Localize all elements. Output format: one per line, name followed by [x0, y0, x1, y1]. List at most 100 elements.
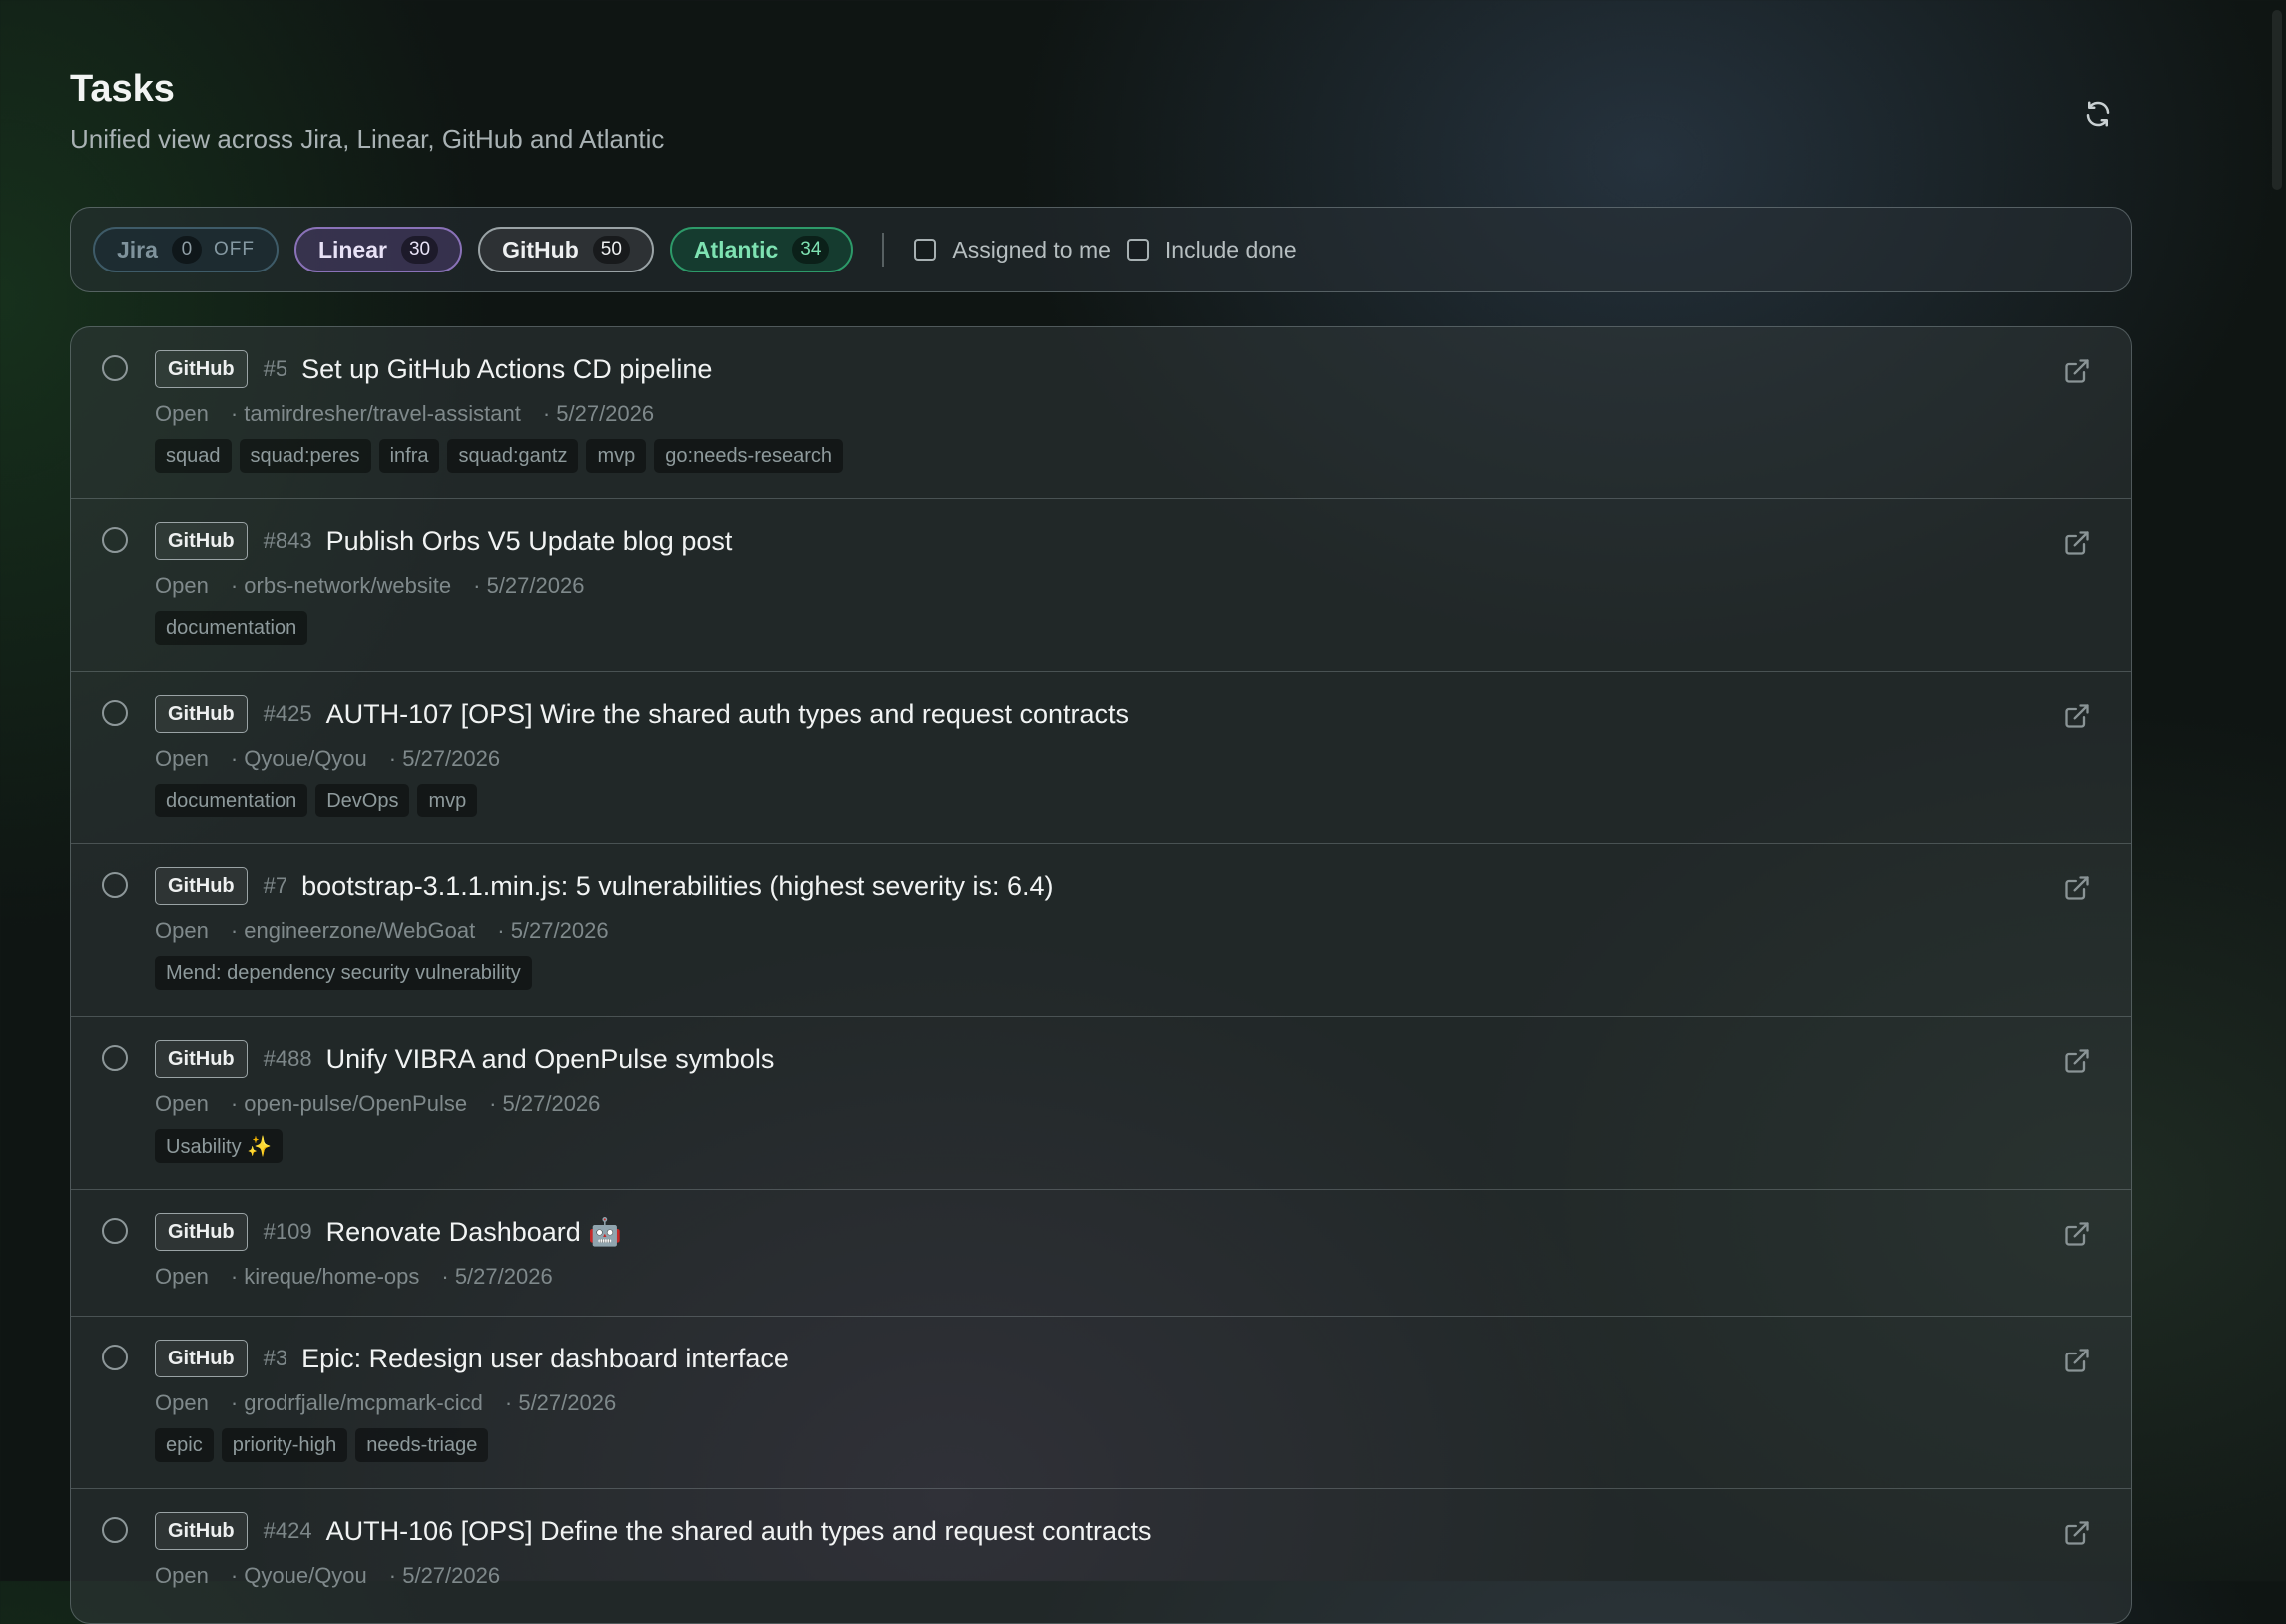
task-title[interactable]: Unify VIBRA and OpenPulse symbols [326, 1044, 775, 1075]
external-link-icon[interactable] [2063, 529, 2091, 557]
complete-toggle[interactable] [102, 872, 128, 898]
source-filter-bar: Jira 0 OFF Linear 30 GitHub 50 Atlantic … [70, 207, 2132, 292]
complete-toggle[interactable] [102, 1517, 128, 1543]
page-scrollbar[interactable] [2272, 10, 2282, 190]
task-row[interactable]: GitHub #424 AUTH-106 [OPS] Define the sh… [71, 1489, 2131, 1623]
tag: priority-high [221, 1428, 348, 1462]
task-title[interactable]: Epic: Redesign user dashboard interface [301, 1344, 789, 1374]
chip-count: 0 [171, 236, 202, 264]
task-date: · 5/27/2026 [441, 1264, 553, 1289]
issue-number: #425 [263, 701, 312, 726]
refresh-button[interactable] [2078, 94, 2118, 134]
issue-number: #488 [263, 1046, 312, 1071]
complete-toggle[interactable] [102, 527, 128, 553]
task-status: Open [155, 1264, 209, 1289]
task-date: · 5/27/2026 [542, 401, 655, 426]
tag: go:needs-research [654, 439, 844, 473]
tag-list: Usability ✨ [155, 1129, 2051, 1163]
tag: Mend: dependency security vulnerability [155, 956, 532, 990]
assigned-to-me-label: Assigned to me [952, 236, 1111, 263]
task-row[interactable]: GitHub #843 Publish Orbs V5 Update blog … [71, 499, 2131, 672]
tag: documentation [155, 784, 308, 817]
task-row[interactable]: GitHub #109 Renovate Dashboard 🤖 Open · … [71, 1190, 2131, 1317]
external-link-icon[interactable] [2063, 702, 2091, 730]
task-date: · 5/27/2026 [388, 746, 501, 771]
issue-number: #5 [263, 356, 288, 381]
task-title[interactable]: bootstrap-3.1.1.min.js: 5 vulnerabilitie… [301, 871, 1053, 902]
external-link-icon[interactable] [2063, 357, 2091, 385]
complete-toggle[interactable] [102, 700, 128, 726]
filter-chip-linear[interactable]: Linear 30 [293, 227, 463, 272]
tag: epic [155, 1428, 214, 1462]
task-date: · 5/27/2026 [504, 1390, 617, 1415]
complete-toggle[interactable] [102, 1045, 128, 1071]
task-list: GitHub #5 Set up GitHub Actions CD pipel… [70, 326, 2132, 1624]
complete-toggle[interactable] [102, 1218, 128, 1244]
source-badge: GitHub [155, 522, 248, 560]
external-link-icon[interactable] [2063, 1047, 2091, 1075]
task-row[interactable]: GitHub #5 Set up GitHub Actions CD pipel… [71, 327, 2131, 499]
chip-count: 30 [400, 236, 439, 264]
page-subtitle: Unified view across Jira, Linear, GitHub… [70, 124, 665, 154]
chip-label: Jira [117, 236, 158, 263]
filter-chip-jira[interactable]: Jira 0 OFF [93, 227, 279, 272]
source-badge: GitHub [155, 1340, 248, 1377]
external-link-icon[interactable] [2063, 874, 2091, 902]
source-badge: GitHub [155, 1213, 248, 1251]
source-badge: GitHub [155, 1040, 248, 1078]
include-done-checkbox[interactable] [1126, 239, 1149, 261]
task-status: Open [155, 1563, 209, 1588]
task-repo: · Qyoue/Qyou [230, 746, 367, 771]
task-status: Open [155, 573, 209, 598]
complete-toggle[interactable] [102, 1345, 128, 1370]
tag: Usability ✨ [155, 1129, 284, 1163]
task-status: Open [155, 1091, 209, 1116]
task-row[interactable]: GitHub #425 AUTH-107 [OPS] Wire the shar… [71, 672, 2131, 844]
tag: squad:peres [239, 439, 371, 473]
filter-chip-atlantic[interactable]: Atlantic 34 [669, 227, 854, 272]
filter-chip-github[interactable]: GitHub 50 [478, 227, 654, 272]
task-repo: · Qyoue/Qyou [230, 1563, 367, 1588]
task-title[interactable]: Set up GitHub Actions CD pipeline [301, 354, 712, 385]
include-done-label: Include done [1164, 236, 1297, 263]
external-link-icon[interactable] [2063, 1220, 2091, 1248]
task-status: Open [155, 746, 209, 771]
assigned-to-me-toggle[interactable]: Assigned to me [914, 237, 1111, 264]
page-header: Tasks Unified view across Jira, Linear, … [70, 66, 664, 155]
task-status: Open [155, 1390, 209, 1415]
issue-number: #109 [263, 1219, 312, 1244]
task-status: Open [155, 918, 209, 943]
tag-list: epic priority-high needs-triage [155, 1428, 2051, 1462]
include-done-toggle[interactable]: Include done [1126, 236, 1297, 264]
chip-label: Linear [317, 236, 387, 263]
task-date: · 5/27/2026 [388, 1563, 501, 1588]
chip-count: 34 [792, 236, 830, 264]
tag: infra [378, 439, 440, 473]
task-repo: · grodrfjalle/mcpmark-cicd [230, 1390, 483, 1415]
chip-count: 50 [592, 236, 630, 264]
external-link-icon[interactable] [2063, 1347, 2091, 1374]
external-link-icon[interactable] [2063, 1519, 2091, 1547]
task-title[interactable]: Renovate Dashboard 🤖 [326, 1216, 622, 1248]
task-date: · 5/27/2026 [473, 573, 585, 598]
task-repo: · orbs-network/website [230, 573, 452, 598]
tag-list: Mend: dependency security vulnerability [155, 956, 2051, 990]
task-row[interactable]: GitHub #488 Unify VIBRA and OpenPulse sy… [71, 1017, 2131, 1190]
source-badge: GitHub [155, 695, 248, 733]
task-repo: · open-pulse/OpenPulse [230, 1091, 468, 1116]
task-row[interactable]: GitHub #3 Epic: Redesign user dashboard … [71, 1317, 2131, 1489]
tag: squad [155, 439, 232, 473]
source-badge: GitHub [155, 867, 248, 905]
task-title[interactable]: Publish Orbs V5 Update blog post [326, 526, 733, 557]
task-title[interactable]: AUTH-107 [OPS] Wire the shared auth type… [326, 699, 1129, 730]
assigned-to-me-checkbox[interactable] [914, 239, 937, 261]
refresh-icon [2086, 101, 2110, 127]
issue-number: #843 [263, 528, 312, 553]
complete-toggle[interactable] [102, 355, 128, 381]
page-title: Tasks [70, 68, 175, 110]
chip-label: Atlantic [693, 236, 779, 263]
task-repo: · engineerzone/WebGoat [230, 918, 476, 943]
task-row[interactable]: GitHub #7 bootstrap-3.1.1.min.js: 5 vuln… [71, 844, 2131, 1017]
task-title[interactable]: AUTH-106 [OPS] Define the shared auth ty… [326, 1516, 1152, 1547]
tag-list: squad squad:peres infra squad:gantz mvp … [155, 439, 2051, 473]
